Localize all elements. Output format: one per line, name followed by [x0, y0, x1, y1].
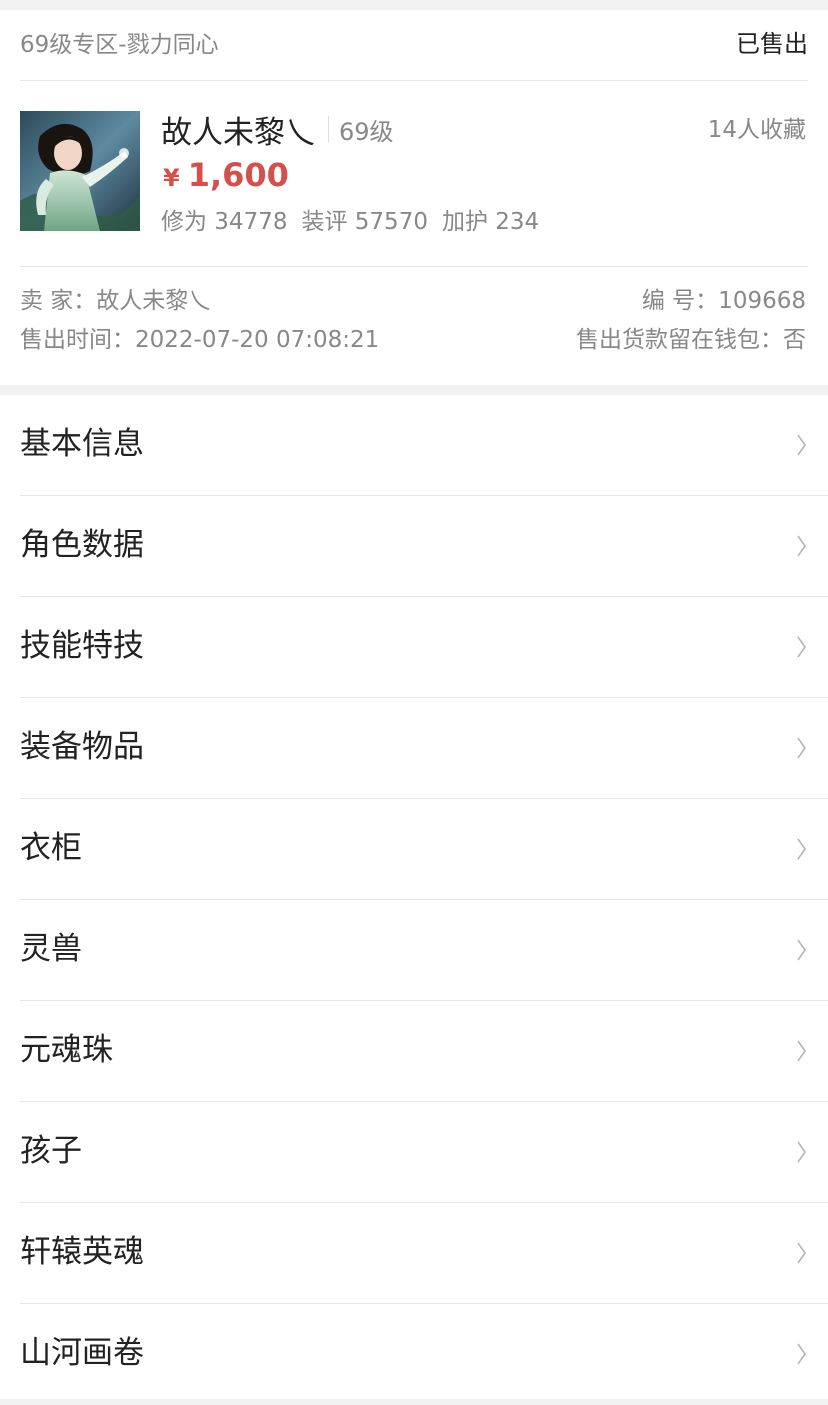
- menu-item-label: 元魂珠: [20, 1032, 113, 1068]
- serial-number: 编 号：109668: [641, 288, 806, 314]
- chevron-right-icon: [797, 1343, 806, 1365]
- price: ¥ 1,600: [163, 156, 289, 194]
- stat-equip-score: 装评 57570: [301, 209, 428, 235]
- price-amount: 1,600: [187, 156, 289, 194]
- chevron-right-icon: [797, 939, 806, 961]
- menu-item-soul-pearl[interactable]: 元魂珠: [20, 1001, 828, 1102]
- menu-item-landscape-scroll[interactable]: 山河画卷: [20, 1304, 828, 1405]
- zone-label: 69级专区-戮力同心: [20, 32, 219, 58]
- character-portrait-icon: [20, 111, 140, 231]
- detail-menu: 基本信息 角色数据 技能特技 装备物品 衣柜 灵兽 元魂珠 孩子 轩辕英魂 山河…: [0, 395, 828, 1399]
- chevron-right-icon: [797, 737, 806, 759]
- menu-item-label: 轩辕英魂: [20, 1234, 144, 1270]
- role-stats: 修为 34778 装评 57570 加护 234: [161, 207, 553, 237]
- menu-item-label: 衣柜: [20, 830, 82, 866]
- menu-item-label: 技能特技: [20, 628, 144, 664]
- menu-item-basic-info[interactable]: 基本信息: [20, 395, 828, 496]
- seller-info: 卖 家：故人未黎乀: [20, 288, 212, 314]
- menu-item-label: 孩子: [20, 1133, 82, 1169]
- avatar[interactable]: [20, 111, 140, 231]
- menu-item-label: 基本信息: [20, 426, 144, 462]
- chevron-right-icon: [797, 636, 806, 658]
- currency-symbol: ¥: [163, 164, 180, 192]
- name-level-divider: [328, 116, 329, 142]
- menu-item-label: 装备物品: [20, 729, 144, 765]
- menu-item-label: 灵兽: [20, 931, 82, 967]
- menu-item-label: 山河画卷: [20, 1335, 144, 1371]
- chevron-right-icon: [797, 434, 806, 456]
- wallet-setting: 售出货款留在钱包：否: [576, 327, 806, 353]
- chevron-right-icon: [797, 1242, 806, 1264]
- menu-item-wardrobe[interactable]: 衣柜: [20, 799, 828, 900]
- status-badge: 已售出: [736, 30, 808, 58]
- stat-cultivation: 修为 34778: [161, 209, 288, 235]
- menu-item-xuanyuan-soul[interactable]: 轩辕英魂: [20, 1203, 828, 1304]
- role-level: 69级: [339, 117, 394, 146]
- menu-item-spirit-beast[interactable]: 灵兽: [20, 900, 828, 1001]
- favorites-count: 14人收藏: [707, 117, 806, 143]
- menu-item-children[interactable]: 孩子: [20, 1102, 828, 1203]
- menu-item-equipment[interactable]: 装备物品: [20, 698, 828, 799]
- stat-protection: 加护 234: [441, 209, 540, 235]
- role-name: 故人未黎乀: [161, 114, 316, 151]
- role-name-line: 故人未黎乀 69级: [161, 109, 394, 151]
- chevron-right-icon: [797, 535, 806, 557]
- sold-time: 售出时间：2022-07-20 07:08:21: [20, 327, 380, 353]
- role-summary-card: 69级专区-戮力同心 已售出 故人未黎乀 69级 14人收藏 ¥ 1,600 修…: [0, 10, 828, 385]
- menu-item-skills[interactable]: 技能特技: [20, 597, 828, 698]
- chevron-right-icon: [797, 1040, 806, 1062]
- menu-item-role-data[interactable]: 角色数据: [20, 496, 828, 597]
- menu-item-label: 角色数据: [20, 527, 144, 563]
- chevron-right-icon: [797, 1141, 806, 1163]
- chevron-right-icon: [797, 838, 806, 860]
- card-header: 69级专区-戮力同心 已售出: [20, 10, 808, 81]
- card-divider: [20, 266, 808, 267]
